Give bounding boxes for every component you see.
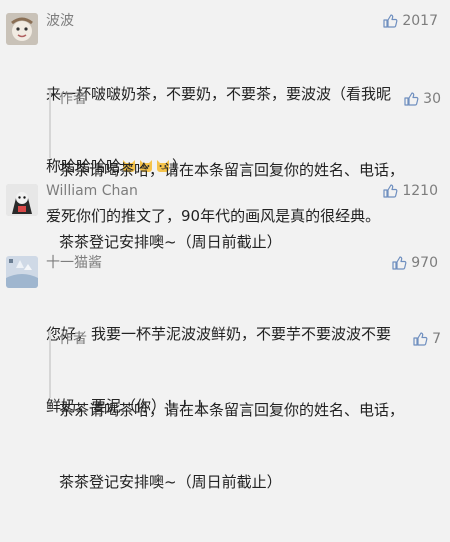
comment-author-name[interactable]: 十一猫酱 <box>46 254 102 272</box>
thumbs-up-icon <box>391 255 407 271</box>
thumbs-up-icon <box>403 91 419 107</box>
reply-text: 茶茶请喝茶哈，请在本条留言回复你的姓名、电话， 茶茶登记安排噢~（周日前截止） <box>59 350 439 542</box>
comment-item: 十一猫酱 970 您好，我要一杯芋泥波波鲜奶，不要芋不要波波不要 鲜奶，要泥（你… <box>0 254 450 415</box>
avatar[interactable] <box>6 256 38 288</box>
like-button[interactable]: 30 <box>403 90 441 108</box>
like-button[interactable]: 7 <box>412 330 441 348</box>
comment-text: 爱死你们的推文了，90年代的画风是真的很经典。 <box>46 207 381 225</box>
avatar[interactable] <box>6 184 38 216</box>
thumbs-up-icon <box>412 331 428 347</box>
like-count: 7 <box>432 331 441 347</box>
like-button[interactable]: 970 <box>391 254 438 272</box>
reply-line: 茶茶请喝茶哈，请在本条留言回复你的姓名、电话， <box>59 401 405 419</box>
like-count: 2017 <box>402 13 438 29</box>
avatar[interactable] <box>6 13 38 45</box>
author-reply: 作者 30 茶茶请喝茶哈，请在本条留言回复你的姓名、电话， 茶茶登记安排噢~（周… <box>49 90 445 251</box>
reply-line: 茶茶登记安排噢~（周日前截止） <box>59 233 282 251</box>
reply-author-name: 作者 <box>59 331 87 347</box>
like-button[interactable]: 1210 <box>382 182 438 200</box>
comment-item: 波波 2017 来一杯啵啵奶茶，不要奶，不要茶，要波波（看我昵 称哈哈哈哈） <box>0 12 450 175</box>
comment-author-name[interactable]: 波波 <box>46 12 74 30</box>
like-button[interactable]: 2017 <box>382 12 438 30</box>
thumbs-up-icon <box>382 183 398 199</box>
reply-line: 茶茶请喝茶哈，请在本条留言回复你的姓名、电话， <box>59 161 405 179</box>
like-count: 1210 <box>402 183 438 199</box>
comment-author-name[interactable]: William Chan <box>46 182 138 200</box>
like-count: 970 <box>411 255 438 271</box>
reply-line: 茶茶登记安排噢~（周日前截止） <box>59 473 282 491</box>
like-count: 30 <box>423 91 441 107</box>
reply-author-name: 作者 <box>59 91 87 107</box>
author-reply: 作者 7 茶茶请喝茶哈，请在本条留言回复你的姓名、电话， 茶茶登记安排噢~（周日… <box>49 330 445 491</box>
thumbs-up-icon <box>382 13 398 29</box>
comment-item: William Chan 1210 爱死你们的推文了，90年代的画风是真的很经典… <box>0 182 450 227</box>
